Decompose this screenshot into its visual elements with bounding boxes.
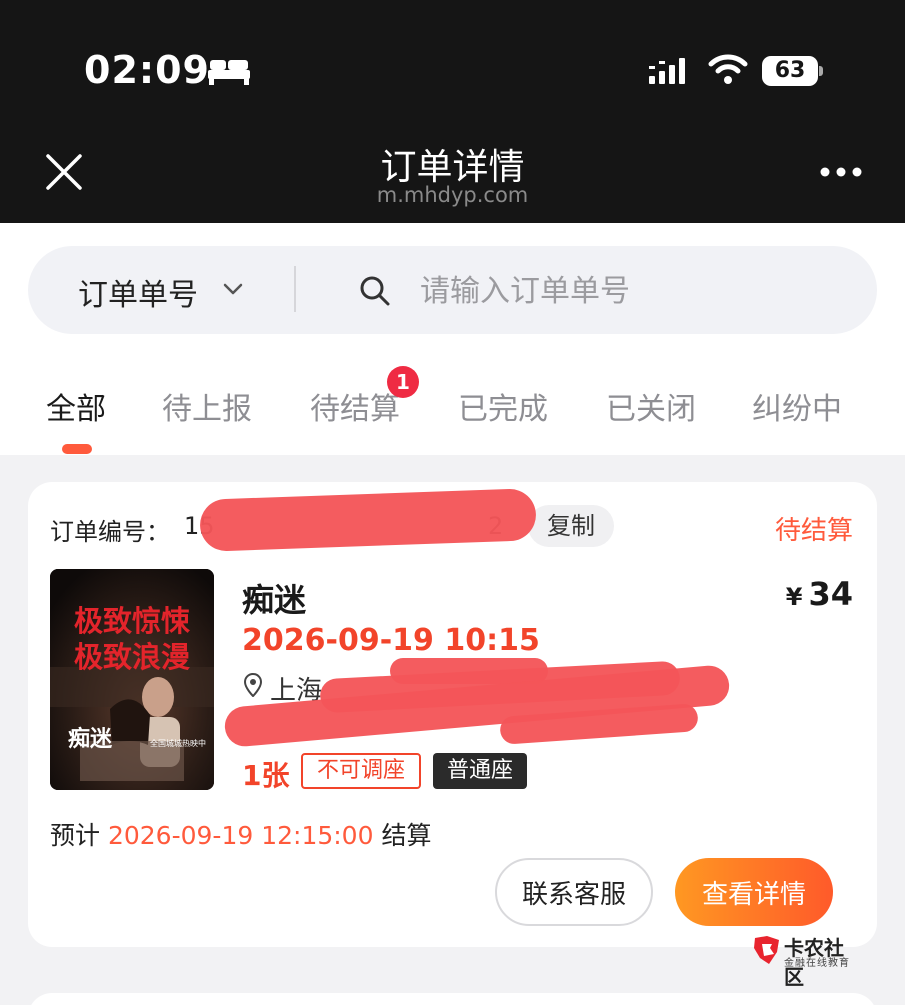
order-number-label: 订单编号：: [50, 518, 170, 546]
watermark: 卡农社区 金融在线教育: [752, 934, 862, 989]
tab-pending-settlement[interactable]: 待结算: [310, 384, 400, 428]
status-time: 02:09: [84, 48, 210, 92]
settle-suffix: 结算: [381, 821, 432, 850]
app-screen: { "status_bar": { "time": "02:09", "batt…: [0, 0, 905, 1005]
view-details-button[interactable]: 查看详情: [675, 858, 833, 926]
price-amount: 34: [808, 575, 853, 613]
movie-poster-art: 极致惊悚 极致浪漫 痴迷 全国城城热映中: [50, 569, 214, 790]
showtime: 2026-09-19 10:15: [242, 623, 540, 658]
poster-title: 痴迷: [68, 726, 113, 752]
search-input[interactable]: [420, 264, 840, 318]
seat-adjust-tag: 不可调座: [301, 753, 421, 789]
seat-type-tag: 普通座: [433, 753, 527, 789]
poster-headline-1: 极致惊悚: [74, 604, 191, 638]
movie-poster[interactable]: 极致惊悚 极致浪漫 痴迷 全国城城热映中: [50, 569, 214, 790]
chevron-down-icon[interactable]: [222, 281, 244, 297]
contact-service-button[interactable]: 联系客服: [495, 858, 653, 926]
poster-subtitle: 全国城城热映中: [150, 738, 206, 748]
location-pin-icon: [244, 673, 262, 697]
order-price: ¥34: [786, 575, 853, 613]
more-options-icon[interactable]: [818, 164, 864, 180]
tab-badge-count: 1: [387, 366, 419, 398]
copy-order-number-button[interactable]: 复制: [528, 505, 614, 547]
tab-closed[interactable]: 已关闭: [606, 384, 696, 428]
ticket-quantity: 1张: [242, 759, 290, 792]
tab-all[interactable]: 全部: [46, 384, 106, 428]
wifi-icon: [708, 54, 748, 84]
battery-indicator: 63: [762, 56, 824, 86]
poster-headline-2: 极致浪漫: [74, 640, 190, 674]
sleep-focus-icon: [208, 60, 250, 85]
tab-completed[interactable]: 已完成: [458, 384, 548, 428]
movie-title: 痴迷: [242, 581, 307, 619]
active-tab-indicator: [62, 444, 92, 454]
tab-disputed[interactable]: 纠纷中: [752, 384, 842, 428]
cellular-signal-icon: [649, 58, 685, 84]
next-order-card: [28, 993, 877, 1005]
search-type-select[interactable]: 订单单号: [78, 270, 198, 314]
kanong-logo-icon: [754, 936, 779, 964]
battery-level: 63: [762, 56, 818, 86]
search-icon: [360, 276, 390, 306]
page-url: m.mhdyp.com: [376, 183, 529, 207]
settle-time: 2026-09-19 12:15:00: [107, 821, 374, 850]
settle-prefix: 预计: [50, 821, 101, 850]
settlement-estimate: 预计 2026-09-19 12:15:00 结算: [50, 816, 431, 852]
tab-pending-report[interactable]: 待上报: [162, 384, 252, 428]
search-divider: [294, 266, 296, 312]
battery-tip: [819, 66, 823, 76]
watermark-subtitle: 金融在线教育: [784, 958, 850, 969]
order-status: 待结算: [774, 516, 853, 546]
currency-symbol: ¥: [785, 583, 803, 611]
